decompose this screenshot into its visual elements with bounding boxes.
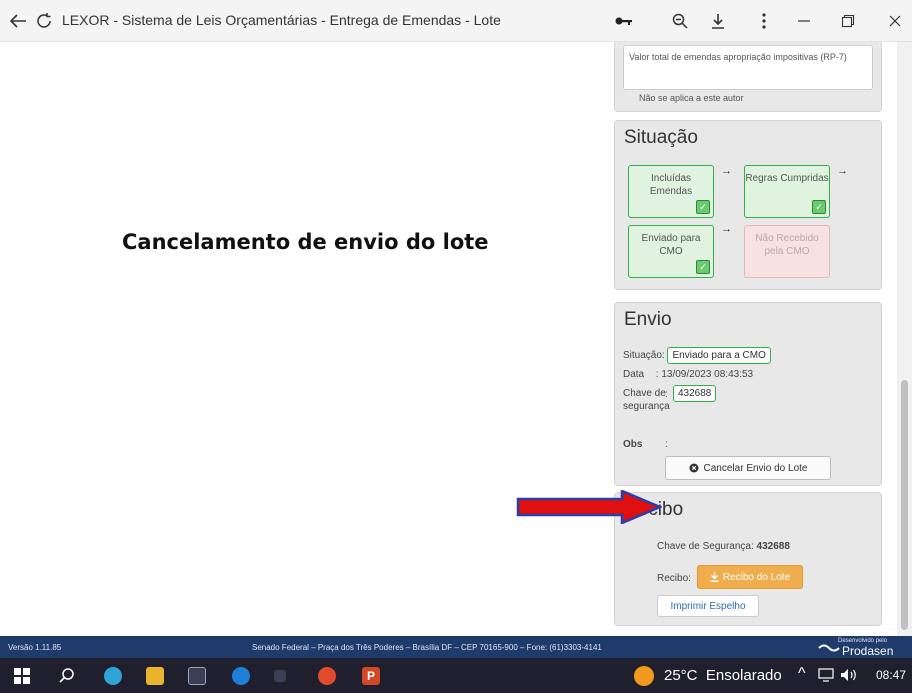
calendar-app-icon[interactable] bbox=[188, 667, 206, 685]
recibo-chave-label: Chave de Segurança: bbox=[657, 541, 754, 552]
network-icon[interactable] bbox=[818, 668, 834, 682]
weather-sun-icon[interactable] bbox=[634, 666, 654, 686]
rp7-label: Valor total de emendas apropriação impos… bbox=[629, 52, 847, 62]
page-scrollbar[interactable] bbox=[897, 42, 912, 636]
imprimir-espelho-button[interactable]: Imprimir Espelho bbox=[657, 595, 759, 617]
footer-version: Versão 1.11.85 bbox=[8, 642, 62, 652]
scrollbar-thumb[interactable] bbox=[901, 380, 908, 630]
chrome-icon[interactable] bbox=[318, 667, 336, 685]
envio-data-label: Data bbox=[623, 369, 645, 380]
step-label: Regras Cumpridas bbox=[745, 173, 829, 184]
rp7-note: Não se aplica a este autor bbox=[639, 93, 744, 103]
step-enviado-cmo: Enviado para CMO ✓ bbox=[628, 225, 714, 278]
step-regras-cumpridas: Regras Cumpridas ✓ bbox=[744, 165, 830, 218]
check-icon: ✓ bbox=[696, 200, 710, 214]
more-icon[interactable] bbox=[752, 9, 776, 33]
check-icon: ✓ bbox=[696, 260, 710, 274]
envio-chave-sep: : bbox=[665, 389, 668, 400]
browser-titlebar: LEXOR - Sistema de Leis Orçamentárias - … bbox=[0, 0, 912, 42]
red-arrow-annotation bbox=[516, 490, 662, 524]
cancelar-envio-label: Cancelar Envio do Lote bbox=[703, 462, 808, 474]
rp7-panel: Valor total de emendas apropriação impos… bbox=[614, 42, 882, 112]
annotation-caption: Cancelamento de envio do lote bbox=[122, 230, 489, 254]
window-title: LEXOR - Sistema de Leis Orçamentárias - … bbox=[62, 12, 501, 28]
recibo-lote-label: Recibo do Lote bbox=[722, 571, 791, 583]
envio-chave-badge: 432688 bbox=[673, 385, 717, 402]
taskbar-app-icon[interactable] bbox=[274, 670, 286, 682]
os-taskbar: P 25°C Ensolarado ^ 08:47 bbox=[0, 658, 912, 693]
arrow-right-icon: → bbox=[721, 165, 732, 177]
close-icon[interactable] bbox=[883, 9, 907, 33]
envio-obs-label: Obs bbox=[623, 439, 643, 450]
envio-data-value: : 13/09/2023 08:43:53 bbox=[655, 369, 754, 380]
download-icon[interactable] bbox=[706, 9, 730, 33]
minimize-icon[interactable] bbox=[792, 9, 816, 33]
file-explorer-icon[interactable] bbox=[146, 667, 164, 685]
recibo-label: Recibo: bbox=[657, 573, 691, 584]
prodasen-logo-icon bbox=[818, 644, 840, 652]
site-footer: Versão 1.11.85 Senado Federal – Praça do… bbox=[0, 636, 912, 658]
recibo-chave-row: Chave de Segurança: 432688 bbox=[657, 541, 790, 552]
volume-icon[interactable] bbox=[840, 668, 858, 682]
situacao-panel: Situação Incluídas Emendas ✓ → Regras Cu… bbox=[614, 120, 882, 290]
cancel-circle-icon bbox=[689, 463, 699, 473]
chevron-up-icon[interactable]: ^ bbox=[798, 665, 806, 683]
edge-browser-icon[interactable] bbox=[104, 667, 122, 685]
step-nao-recebido-cmo: Não Recebido pela CMO bbox=[744, 225, 830, 278]
recibo-title: Recibo bbox=[624, 499, 881, 521]
cancelar-envio-button[interactable]: Cancelar Envio do Lote bbox=[665, 456, 831, 480]
envio-data-row: Data : 13/09/2023 08:43:53 bbox=[623, 369, 753, 380]
rp7-value-box: Valor total de emendas apropriação impos… bbox=[623, 45, 873, 90]
envio-chave-value-wrap: 432688 bbox=[673, 385, 717, 402]
weather-text[interactable]: 25°C Ensolarado bbox=[664, 667, 782, 684]
envio-obs-sep: : bbox=[665, 439, 668, 450]
situacao-title: Situação bbox=[624, 127, 698, 148]
back-arrow-icon[interactable] bbox=[6, 9, 30, 33]
envio-panel: Envio Situação: Enviado para a CMO Data … bbox=[614, 302, 882, 486]
step-label: Não Recebido pela CMO bbox=[755, 233, 819, 257]
step-label: Incluídas Emendas bbox=[649, 173, 693, 197]
refresh-icon[interactable] bbox=[32, 9, 56, 33]
step-incluidas-emendas: Incluídas Emendas ✓ bbox=[628, 165, 714, 218]
step-label: Enviado para CMO bbox=[641, 233, 701, 257]
powerpoint-icon[interactable]: P bbox=[362, 667, 380, 685]
download-icon bbox=[710, 572, 719, 582]
windows-start-icon[interactable] bbox=[14, 668, 30, 684]
chat-app-icon[interactable] bbox=[232, 667, 250, 685]
arrow-right-icon: → bbox=[721, 223, 732, 235]
arrow-right-icon: → bbox=[837, 165, 848, 177]
envio-situacao-label: Situação: bbox=[623, 350, 665, 361]
check-icon: ✓ bbox=[812, 200, 826, 214]
restore-icon[interactable] bbox=[836, 9, 860, 33]
envio-situacao-row: Situação: Enviado para a CMO bbox=[623, 347, 771, 364]
footer-dev-brand: Prodasen bbox=[842, 644, 894, 658]
clock-time[interactable]: 08:47 bbox=[876, 668, 906, 682]
page-content: Cancelamento de envio do lote Valor tota… bbox=[0, 42, 912, 636]
search-icon[interactable] bbox=[58, 667, 76, 685]
zoom-icon[interactable] bbox=[668, 9, 692, 33]
envio-title: Envio bbox=[624, 309, 672, 330]
recibo-lote-button[interactable]: Recibo do Lote bbox=[697, 565, 803, 589]
envio-situacao-badge: Enviado para a CMO bbox=[667, 347, 771, 364]
recibo-chave-value: 432688 bbox=[756, 541, 790, 552]
footer-address: Senado Federal – Praça dos Três Poderes … bbox=[252, 642, 602, 652]
key-icon[interactable] bbox=[612, 9, 636, 33]
